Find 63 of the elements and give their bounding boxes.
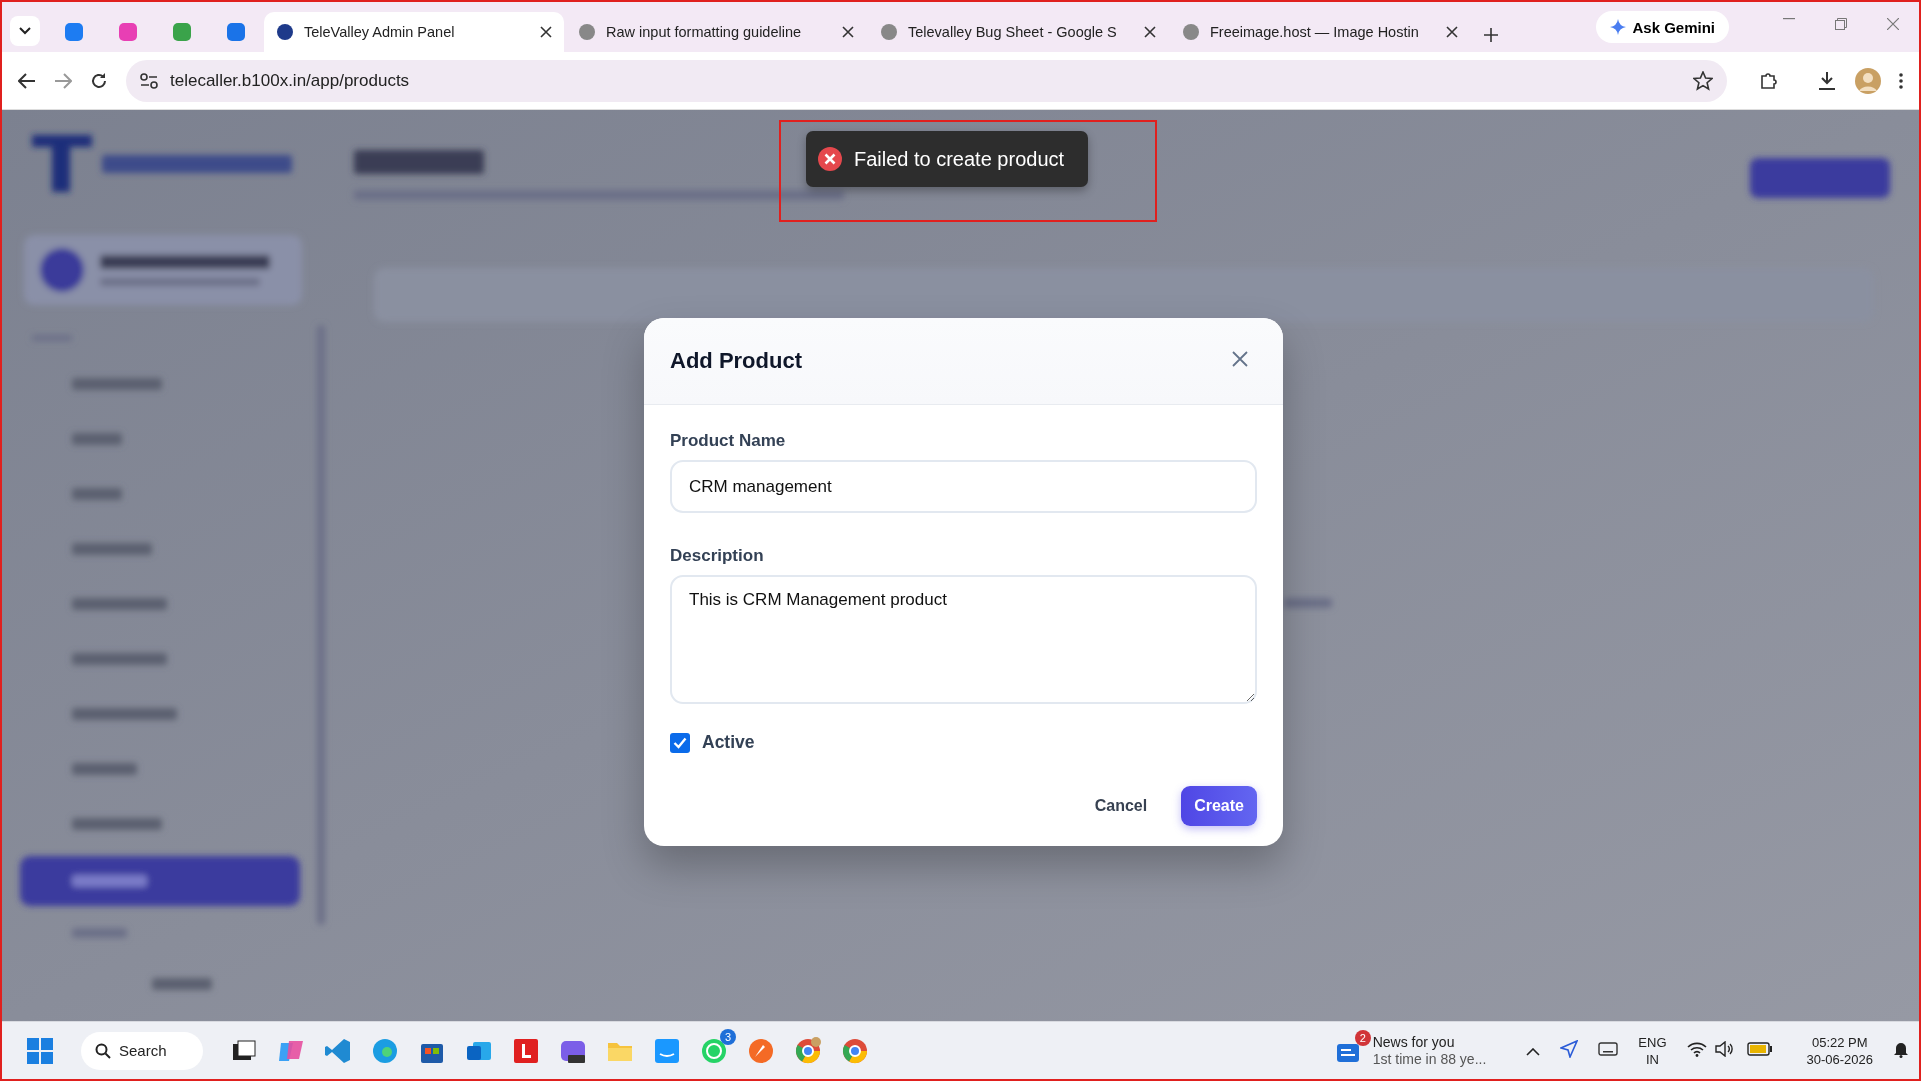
chrome-icon[interactable] [841, 1036, 869, 1065]
chrome-profile-icon[interactable] [794, 1036, 822, 1065]
code-editor-icon[interactable] [324, 1036, 352, 1065]
site-icon [880, 23, 898, 41]
dialog-title: Add Product [670, 348, 802, 374]
create-button[interactable]: Create [1181, 786, 1257, 826]
news-headline[interactable]: 1st time in 88 ye... [1372, 1050, 1487, 1068]
field-label: Product Name [670, 431, 787, 451]
forward-icon[interactable] [54, 72, 72, 89]
browser-icon[interactable] [371, 1036, 399, 1065]
toast-message: Failed to create product [805, 131, 1089, 187]
menu-icon[interactable] [1899, 72, 1903, 89]
video-app-icon[interactable] [653, 1036, 681, 1065]
notification-bell-icon[interactable] [1893, 1040, 1909, 1061]
notification-badge: 2 [1354, 1029, 1371, 1046]
clock[interactable]: 05:22 PM 30-06-2026 [1806, 1033, 1873, 1068]
site-icon [64, 22, 84, 42]
browser-tab[interactable]: Freeimage.host — Image Hostin [1170, 12, 1470, 52]
checkbox[interactable] [670, 732, 690, 753]
close-icon[interactable] [1446, 26, 1458, 38]
speaker-icon[interactable] [1714, 1041, 1735, 1060]
site-icon [1182, 23, 1200, 41]
site-icon [172, 22, 192, 42]
news-title[interactable]: News for you [1372, 1033, 1487, 1051]
compass-app-icon[interactable] [747, 1036, 775, 1065]
site-settings-icon[interactable] [140, 72, 158, 89]
checkbox-label: Active [702, 732, 755, 753]
close-icon[interactable] [1144, 26, 1156, 38]
reload-icon[interactable] [90, 71, 108, 90]
search-icon [95, 1042, 111, 1059]
bookmark-star-icon[interactable] [1693, 70, 1713, 91]
close-icon[interactable] [842, 26, 854, 38]
battery-icon[interactable] [1746, 1042, 1773, 1059]
cancel-button[interactable]: Cancel [1078, 786, 1164, 826]
site-icon [276, 23, 294, 41]
keyboard-icon[interactable] [1598, 1042, 1619, 1059]
language-indicator[interactable]: ENG IN [1638, 1033, 1667, 1068]
close-icon[interactable] [540, 26, 552, 38]
wifi-icon[interactable] [1686, 1041, 1707, 1060]
browser-tab[interactable]: Televalley Bug Sheet - Google S [868, 12, 1168, 52]
back-icon[interactable] [18, 72, 36, 89]
description-field[interactable]: This is CRM Management product [670, 575, 1257, 704]
gemini-button[interactable]: Ask Gemini [1596, 11, 1729, 43]
sparkle-icon [1610, 19, 1627, 35]
address-bar[interactable]: telecaller.b100x.in/app/products [126, 59, 1727, 102]
extensions-icon[interactable] [1759, 70, 1779, 91]
download-icon[interactable] [1817, 70, 1837, 91]
notification-badge: 3 [720, 1028, 736, 1045]
browser-tab[interactable]: Raw input formatting guideline [566, 12, 866, 52]
restore-icon[interactable] [1835, 18, 1847, 30]
location-arrow-icon[interactable] [1560, 1040, 1579, 1061]
site-icon [118, 22, 138, 42]
taskbar-search[interactable]: Search [81, 1031, 203, 1070]
tab-list-button[interactable] [10, 16, 40, 46]
site-icon [226, 22, 246, 42]
browser-tab[interactable]: TeleValley Admin Panel [264, 12, 564, 52]
letter-app-icon[interactable] [512, 1036, 540, 1065]
chevron-down-icon [19, 27, 31, 35]
site-icon [578, 23, 596, 41]
start-icon[interactable] [26, 1036, 54, 1065]
input-field[interactable]: CRM management [670, 460, 1257, 513]
new-tab-icon[interactable] [1484, 28, 1498, 42]
field-label: Description [670, 546, 765, 566]
